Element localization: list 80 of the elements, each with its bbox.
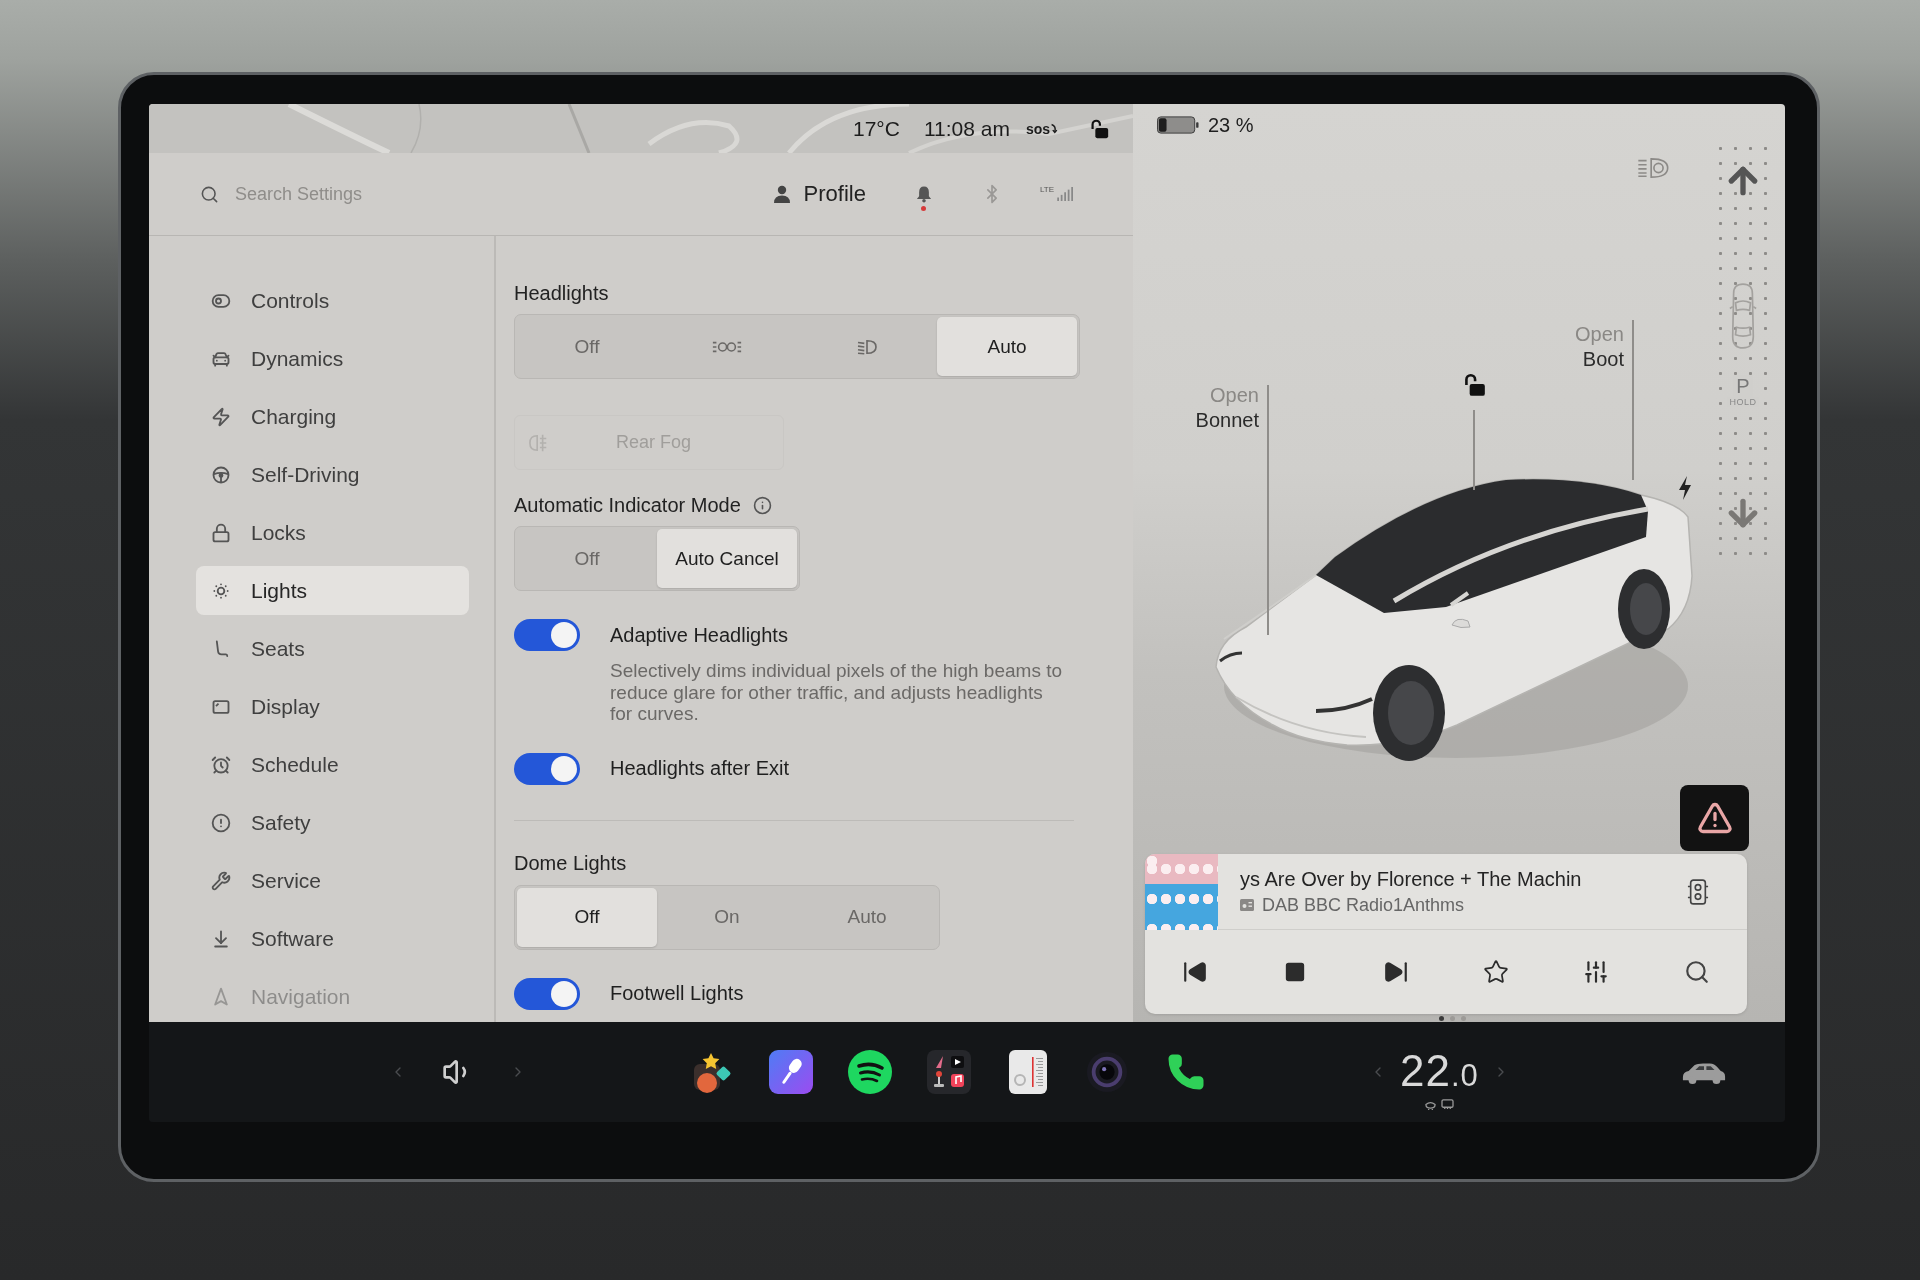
auto-headlight-icon <box>1636 157 1670 179</box>
sidebar-item[interactable]: Software <box>196 914 469 963</box>
profile-button[interactable]: Profile <box>771 181 866 207</box>
camera-lens-icon <box>1086 1051 1128 1093</box>
network-type: LTE <box>1039 185 1054 194</box>
sos-label: sos <box>1025 120 1050 137</box>
person-icon <box>771 184 792 204</box>
page-dot-icon[interactable] <box>1438 1015 1444 1021</box>
section-title: Automatic Indicator Mode <box>514 493 741 517</box>
app-launcher-button[interactable] <box>848 1050 892 1094</box>
bell-icon[interactable] <box>915 185 932 203</box>
sidebar-item[interactable]: Seats <box>196 624 469 673</box>
page-dot-icon[interactable] <box>1460 1015 1466 1021</box>
clock-time: 11:08 am <box>923 116 1010 141</box>
cabin-temperature: 22.0 <box>1400 1048 1479 1097</box>
app-launcher-button[interactable] <box>1006 1050 1050 1094</box>
toggle-switch[interactable] <box>514 752 580 785</box>
phone-icon <box>1166 1052 1206 1092</box>
callout-button[interactable]: Open Boot <box>1575 322 1624 372</box>
equalizer-icon <box>1583 959 1610 985</box>
page-dot-icon[interactable] <box>1449 1015 1455 1021</box>
radio-icon <box>1240 898 1254 912</box>
segment-option[interactable]: Auto Cancel <box>657 529 797 588</box>
sidebar-item[interactable]: Lights <box>196 566 469 615</box>
unlocked-padlock-icon[interactable] <box>1088 117 1110 140</box>
alarm-clock-icon <box>211 754 231 775</box>
sidebar-item[interactable]: Charging <box>196 392 469 441</box>
setting-description: Selectively dims individual pixels of the high beams to reduce glare for other traffic, and adjusts headlights for curves. <box>610 660 1063 725</box>
low-beam-icon <box>856 337 878 356</box>
toggle-switch[interactable] <box>514 619 580 651</box>
warning-triangle-icon <box>1696 800 1733 836</box>
microphone-icon <box>769 1050 813 1094</box>
search-icon <box>1683 959 1710 985</box>
sound-arcs-icon <box>848 1050 892 1094</box>
setting-label: Headlights after Exit <box>610 757 790 780</box>
sidebar-item[interactable]: Service <box>196 856 469 905</box>
alert-circle-icon <box>211 812 231 833</box>
wrench-icon <box>211 870 231 891</box>
sidebar-item[interactable]: Display <box>196 682 469 731</box>
track-title: ys Are Over by Florence + The Machin <box>1240 867 1582 891</box>
sidebar-item[interactable]: Schedule <box>196 740 469 789</box>
download-icon <box>211 928 231 949</box>
signal-bars-icon <box>1057 187 1075 201</box>
app-folder-icon <box>927 1050 971 1094</box>
section-title: Headlights <box>514 281 609 305</box>
curved-arrow-icon <box>1050 123 1058 134</box>
tuner-dial-icon <box>1008 1050 1048 1094</box>
speaker-icon[interactable] <box>1687 877 1709 906</box>
app-launcher-button[interactable] <box>927 1050 971 1094</box>
station-name: DAB BBC Radio1Anthms <box>1262 894 1465 916</box>
car-top-view-icon <box>1728 281 1758 351</box>
search-icon <box>200 184 219 204</box>
sidebar-item[interactable]: Dynamics <box>196 334 469 383</box>
padlock-icon <box>211 522 231 543</box>
battery-percentage: 23 % <box>1208 113 1254 137</box>
setting-label: Adaptive Headlights <box>610 623 789 647</box>
battery-icon <box>1157 116 1199 134</box>
sidebar-item[interactable]: Self-Driving <box>196 450 469 499</box>
setting-label: Footwell Lights <box>610 982 745 1005</box>
steering-wheel-icon <box>211 464 231 485</box>
segment-option[interactable]: Auto <box>937 317 1077 376</box>
skip-forward-icon <box>1382 959 1409 985</box>
sidebar-item[interactable]: Controls <box>196 276 469 325</box>
lightning-bolt-icon <box>211 406 231 427</box>
callout-button[interactable]: Open Bonnet <box>1195 383 1259 433</box>
toggle-switch[interactable] <box>514 977 580 1010</box>
section-title: Dome Lights <box>514 852 627 875</box>
navigation-arrow-icon <box>211 986 231 1007</box>
search-field[interactable]: Search Settings <box>235 179 595 209</box>
info-icon[interactable] <box>752 495 772 515</box>
skip-back-icon <box>1182 959 1209 985</box>
segment-option[interactable]: Off <box>517 887 657 947</box>
stop-icon <box>1284 961 1307 983</box>
sidebar-item[interactable]: Locks <box>196 508 469 557</box>
outside-temperature: 17°C <box>852 116 900 141</box>
hazard-button[interactable] <box>1680 785 1749 851</box>
hold-label: HOLD <box>1727 397 1759 407</box>
sidebar-item[interactable]: Safety <box>196 798 469 847</box>
defrost-icon <box>1441 1098 1455 1110</box>
app-launcher-button[interactable] <box>769 1050 813 1094</box>
